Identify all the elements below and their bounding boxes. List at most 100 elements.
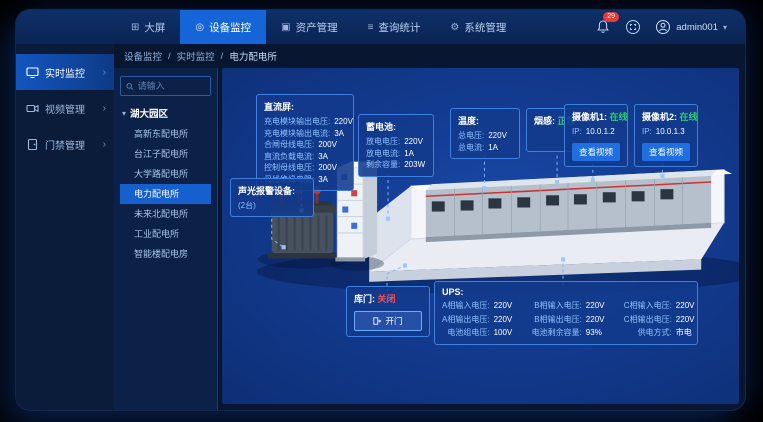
nav-item-dashboard[interactable]: ⊞ 大屏	[116, 10, 180, 44]
row-label: 直流负载电流:	[264, 151, 314, 163]
tree-node[interactable]: 大学路配电所	[120, 164, 211, 184]
row-value: 220V	[586, 314, 614, 326]
tree-root-label: 湖大园区	[130, 106, 168, 120]
row-value: 220V	[494, 314, 522, 326]
row-label: 电池剩余容量:	[532, 327, 582, 339]
tree-node[interactable]: 工业配电所	[120, 224, 211, 244]
row-label: 合闸母线电压:	[264, 139, 314, 151]
sidebar-item-label: 门禁管理	[45, 137, 97, 152]
row-value: 220V	[676, 314, 704, 326]
panel-row: IP: 10.0.1.3	[642, 126, 690, 138]
nav-item-query-stats[interactable]: ≡ 查询统计	[353, 10, 436, 44]
nav-item-system-mgmt[interactable]: ⚙ 系统管理	[435, 10, 521, 44]
main-area: 设备监控 / 实时监控 / 电力配电所 ▾	[114, 44, 745, 410]
view-video-button[interactable]: 查看视频	[642, 143, 690, 161]
breadcrumb-item-current: 电力配电所	[229, 49, 277, 63]
top-nav: ⊞ 大屏 ◎ 设备监控 ▣ 资产管理 ≡ 查询统计 ⚙ 系统管理	[16, 10, 745, 44]
left-sidebar: 实时监控 › 视频管理 › 门禁管理 ›	[16, 44, 114, 410]
tree-root-node[interactable]: ▾ 湖大园区	[122, 106, 211, 120]
gear-icon: ⚙	[450, 22, 459, 33]
sidebar-item-video-mgmt[interactable]: 视频管理 ›	[16, 90, 114, 126]
nav-item-device-monitor[interactable]: ◎ 设备监控	[180, 10, 266, 44]
temperature-panel: 温度: 总电压: 220V 总电流: 1A	[450, 108, 520, 159]
open-door-label: 开门	[385, 315, 402, 327]
camera2-status: 在线	[680, 112, 698, 122]
avatar-icon	[655, 19, 671, 35]
tree-node[interactable]: 高新东配电所	[120, 124, 211, 144]
chevron-right-icon: ›	[103, 67, 106, 78]
tree-node[interactable]: 台江子配电所	[120, 144, 211, 164]
panel-row: 放电电压: 220V	[366, 136, 426, 148]
dc-screen-panel: 直流屏: 充电模块输出电压: 220V 充电模块输出电流: 3A 合闸母线电压:…	[256, 94, 354, 191]
top-nav-right: 29 admin001 ▾	[595, 10, 745, 44]
panel-row: 直流负载电流: 3A	[264, 151, 346, 163]
panel-row: 合闸母线电压: 200V	[264, 139, 346, 151]
search-input[interactable]	[138, 81, 205, 91]
camera1-status: 在线	[610, 112, 628, 122]
video-camera-icon	[26, 102, 39, 115]
breadcrumb: 设备监控 / 实时监控 / 电力配电所	[114, 44, 745, 68]
asset-icon: ▣	[281, 22, 290, 33]
ip-value: 10.0.1.2	[586, 126, 615, 138]
open-door-button[interactable]: 开门	[354, 311, 422, 331]
row-value: 100V	[494, 327, 522, 339]
panel-title: 库门: 关闭	[354, 292, 422, 305]
tree-node[interactable]: 智能楼配电房	[120, 244, 211, 264]
panel-title: UPS:	[442, 287, 690, 297]
panel-title: 摄像机2: 在线	[642, 110, 690, 123]
user-menu[interactable]: admin001 ▾	[655, 19, 727, 35]
chevron-down-icon: ▾	[723, 23, 727, 32]
alarm-bell-button[interactable]: 29	[595, 19, 611, 35]
panel-row: 总电压: 220V	[458, 130, 512, 142]
station-tree-panel: ▾ 湖大园区 高新东配电所 台江子配电所 大学路配电所 电力配电所 未来北配电所…	[114, 68, 218, 410]
row-label: 供电方式:	[624, 327, 672, 339]
panel-row: 放电电流: 1A	[366, 148, 426, 160]
camera1-label: 摄像机1:	[572, 112, 607, 122]
ip-label: IP:	[642, 126, 652, 138]
stats-icon: ≡	[368, 22, 374, 33]
ups-cell: 供电方式: 市电	[624, 327, 704, 339]
door-open-icon	[373, 317, 381, 325]
row-value: 220V	[488, 130, 516, 142]
sidebar-item-label: 实时监控	[45, 65, 97, 80]
breadcrumb-separator: /	[168, 51, 171, 62]
alarm-device-count: (2台)	[238, 200, 306, 211]
nav-item-label: 设备监控	[209, 20, 251, 35]
fullscreen-button[interactable]	[625, 19, 641, 35]
tree-expand-icon: ▾	[122, 109, 126, 118]
alarm-count-badge: 29	[603, 12, 619, 22]
dashboard-icon: ⊞	[131, 22, 139, 33]
sidebar-item-realtime-monitor[interactable]: 实时监控 ›	[16, 54, 114, 90]
nav-item-label: 大屏	[144, 20, 165, 35]
row-value: 200V	[318, 139, 346, 151]
ups-grid: A相输入电压: 220V B相输入电压: 220V C相输入电压: 220V	[442, 300, 690, 339]
ups-cell: B相输出电压: 220V	[532, 314, 614, 326]
panel-title: 温度:	[458, 114, 512, 127]
panel-title: 摄像机1: 在线	[572, 110, 620, 123]
realtime-monitor-icon	[26, 66, 39, 79]
panel-row: 剩余容量: 203W	[366, 159, 426, 171]
tree-node[interactable]: 未来北配电所	[120, 204, 211, 224]
ups-cell: A相输入电压: 220V	[442, 300, 522, 312]
view-video-button[interactable]: 查看视频	[572, 143, 620, 161]
sidebar-item-access-mgmt[interactable]: 门禁管理 ›	[16, 126, 114, 162]
panel-row: 充电模块输出电压: 220V	[264, 116, 346, 128]
top-nav-items: ⊞ 大屏 ◎ 设备监控 ▣ 资产管理 ≡ 查询统计 ⚙ 系统管理	[116, 10, 521, 44]
nav-item-asset-mgmt[interactable]: ▣ 资产管理	[266, 10, 352, 44]
nav-item-label: 资产管理	[296, 20, 338, 35]
chevron-right-icon: ›	[103, 103, 106, 114]
row-value: 93%	[586, 327, 614, 339]
breadcrumb-item[interactable]: 实时监控	[177, 49, 215, 63]
panel-row: 总电流: 1A	[458, 142, 512, 154]
tree-search[interactable]	[120, 76, 211, 96]
row-label: C相输入电压:	[624, 300, 672, 312]
username: admin001	[676, 22, 718, 33]
ups-cell: C相输出电压: 220V	[624, 314, 704, 326]
breadcrumb-item[interactable]: 设备监控	[124, 49, 162, 63]
door-label: 库门:	[354, 294, 375, 304]
row-value: 220V	[586, 300, 614, 312]
ups-cell: B相输入电压: 220V	[532, 300, 614, 312]
tree-node-selected[interactable]: 电力配电所	[120, 184, 211, 204]
row-label: 电池组电压:	[442, 327, 490, 339]
row-label: B相输入电压:	[532, 300, 582, 312]
